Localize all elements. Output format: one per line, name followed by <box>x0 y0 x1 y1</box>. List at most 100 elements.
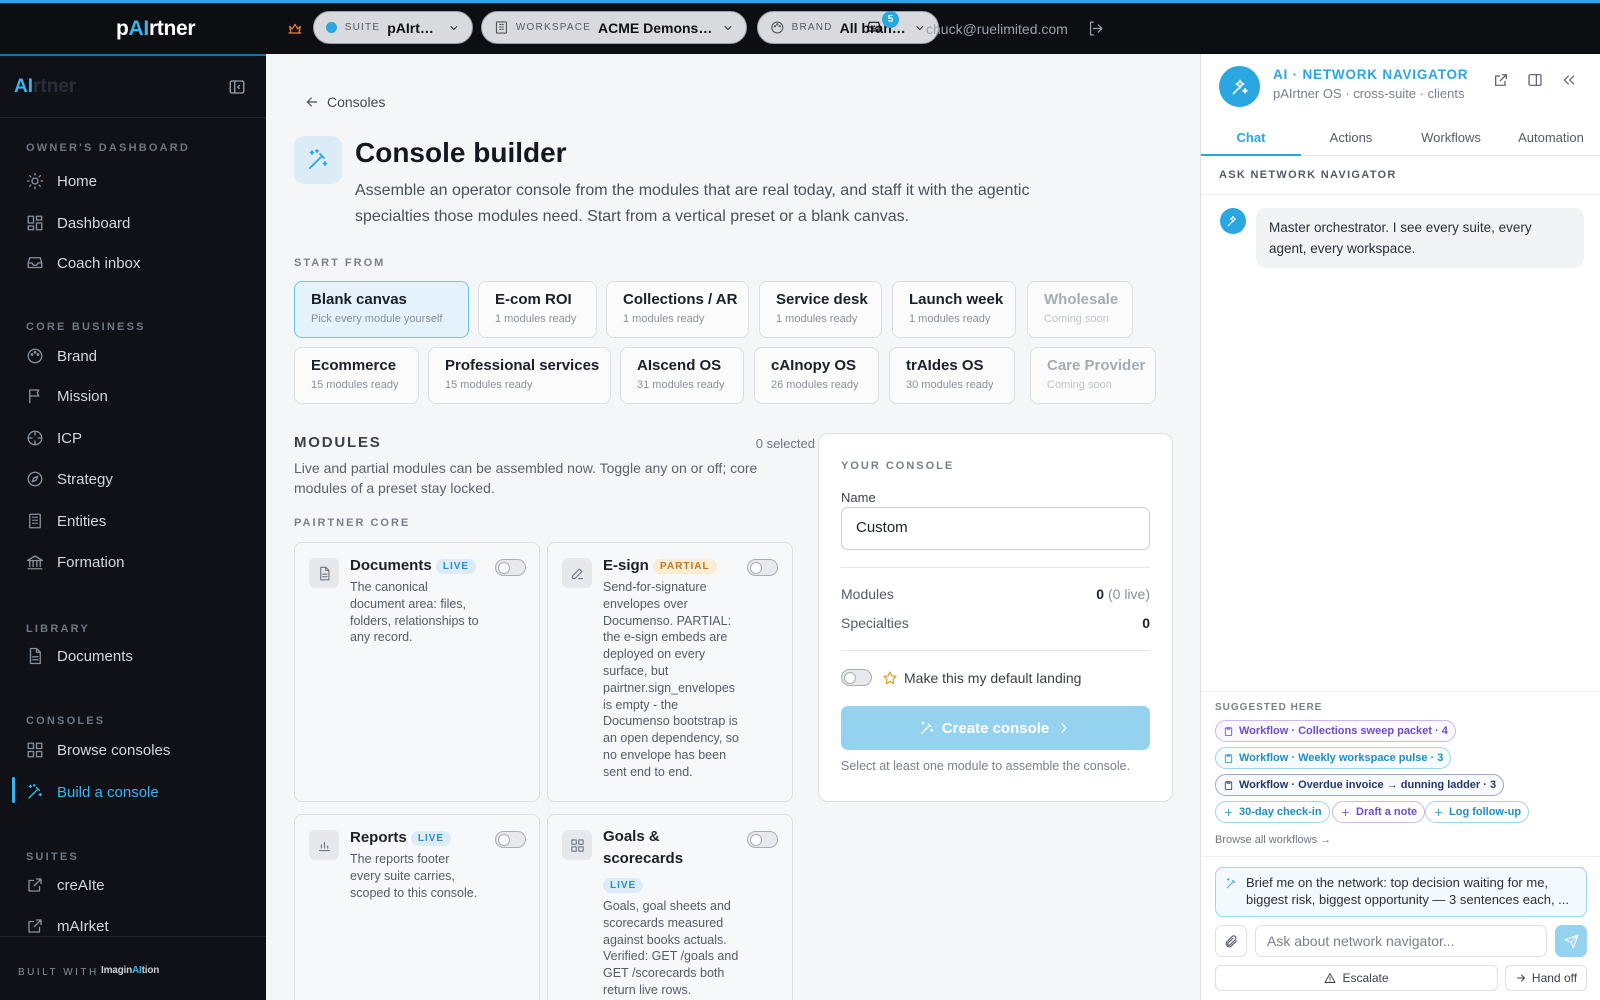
preset-sub: 1 modules ready <box>776 313 858 325</box>
sidebar-item-label: Brand <box>57 347 98 365</box>
preset-card-ecom-roi[interactable]: E-com ROI 1 modules ready <box>478 281 597 338</box>
preset-card-cainopy-os[interactable]: cAInopy OS 26 modules ready <box>754 347 879 404</box>
tab-automation[interactable]: Automation <box>1501 120 1600 155</box>
escalate-button[interactable]: Escalate <box>1215 965 1498 991</box>
send-button[interactable] <box>1555 925 1587 957</box>
chevron-down-icon <box>450 25 458 30</box>
document-icon <box>29 647 41 665</box>
preset-card-ecommerce[interactable]: Ecommerce 15 modules ready <box>294 347 419 404</box>
app-logo[interactable]: pAIrtner <box>116 17 196 41</box>
sidebar-item-coach-inbox[interactable]: Coach inbox <box>26 252 140 274</box>
user-email[interactable]: chuck@ruelimited.com <box>926 21 1068 37</box>
workflow-chip-label: Workflow · Overdue invoice → dunning lad… <box>1239 779 1497 791</box>
inbox-icon[interactable] <box>866 19 882 35</box>
module-toggle[interactable] <box>495 559 526 576</box>
sidebar-item-icp[interactable]: ICP <box>26 427 82 449</box>
tab-actions[interactable]: Actions <box>1301 120 1401 155</box>
collapse-panel-icon[interactable] <box>1561 72 1577 88</box>
preset-sub: 15 modules ready <box>311 379 399 391</box>
preset-name: Professional services <box>445 357 600 374</box>
module-toggle[interactable] <box>747 559 778 576</box>
sidebar-item-brand[interactable]: Brand <box>26 345 97 367</box>
sidebar-logo[interactable]: AIrtner <box>14 76 76 98</box>
create-console-button[interactable]: Create console <box>841 706 1150 750</box>
sidebar-item-home[interactable]: Home <box>26 170 97 192</box>
sidebar-item-build-console[interactable]: Build a console <box>26 781 159 803</box>
brand-selector[interactable]: BRAND All brands <box>757 11 939 44</box>
workflow-chip[interactable]: Workflow · Weekly workspace pulse · 3 <box>1215 747 1452 769</box>
preset-sub: 1 modules ready <box>623 313 705 325</box>
preset-card-traides-os[interactable]: trAIdes OS 30 modules ready <box>889 347 1015 404</box>
ask-input[interactable]: Ask about network navigator... <box>1255 925 1547 957</box>
external-link-icon <box>28 878 42 892</box>
preset-card-blank-canvas[interactable]: Blank canvas Pick every module yourself <box>294 281 469 338</box>
workflow-chip[interactable]: Workflow · Collections sweep packet · 4 <box>1215 720 1456 742</box>
suggested-prompt[interactable]: Brief me on the network: top decision wa… <box>1215 867 1587 917</box>
default-landing-row: Make this my default landing <box>841 669 1081 686</box>
sidebar-item-entities[interactable]: Entities <box>26 510 106 532</box>
default-landing-toggle[interactable] <box>841 669 872 686</box>
preset-sub: 30 modules ready <box>906 379 994 391</box>
pairtner-core-label: PAIRTNER CORE <box>294 517 411 529</box>
console-name-input[interactable]: Custom <box>841 507 1150 550</box>
sidebar-item-documents[interactable]: Documents <box>26 645 133 667</box>
preset-name: Ecommerce <box>311 357 397 374</box>
default-landing-label: Make this my default landing <box>904 669 1082 686</box>
preset-sub: Coming soon <box>1047 379 1112 391</box>
browse-workflows-link[interactable]: Browse all workflows → <box>1215 834 1331 846</box>
plus-icon <box>1341 808 1350 816</box>
tab-chat[interactable]: Chat <box>1201 120 1301 156</box>
workspace-selector[interactable]: WORKSPACE ACME Demonst... <box>481 11 747 44</box>
module-title: Goals & scorecards <box>603 828 684 867</box>
hand-off-button[interactable]: Hand off <box>1505 965 1587 991</box>
sparkle-avatar-icon <box>1220 208 1246 234</box>
specialties-row: Specialties 0 <box>841 615 1150 631</box>
preset-sub: Coming soon <box>1044 313 1109 325</box>
sidebar-item-create[interactable]: creAIte <box>26 874 105 896</box>
crown-icon[interactable] <box>287 21 303 37</box>
plus-icon <box>1224 808 1233 816</box>
sidebar: AIrtner OWNER'S DASHBOARD Home Dashboard… <box>0 54 266 1000</box>
your-console-panel: YOUR CONSOLE Name Custom Modules 0 (0 li… <box>818 433 1173 802</box>
plus-icon <box>1434 808 1443 816</box>
sidebar-item-mission[interactable]: Mission <box>26 385 108 407</box>
quick-action-chip[interactable]: Draft a note <box>1332 801 1426 823</box>
imagination-logo[interactable]: ImaginAItion <box>101 965 159 976</box>
preset-card-aiscend-os[interactable]: AIscend OS 31 modules ready <box>620 347 744 404</box>
workflow-chip[interactable]: Workflow · Overdue invoice → dunning lad… <box>1215 774 1505 796</box>
preset-card-care-provider: Care Provider Coming soon <box>1030 347 1156 404</box>
logout-icon[interactable] <box>1087 20 1104 37</box>
external-link-icon[interactable] <box>1493 72 1509 88</box>
preset-card-launch-week[interactable]: Launch week 1 modules ready <box>892 281 1016 338</box>
section-library: LIBRARY <box>26 623 90 635</box>
preset-card-professional-services[interactable]: Professional services 15 modules ready <box>428 347 611 404</box>
quick-action-chip[interactable]: Log follow-up <box>1425 801 1530 823</box>
preset-name: Blank canvas <box>311 291 407 308</box>
preset-name: AIscend OS <box>637 357 722 374</box>
sidebar-item-formation[interactable]: Formation <box>26 551 125 573</box>
crosshair-icon <box>27 430 43 446</box>
modules-label: Modules <box>841 586 894 602</box>
sidebar-item-dashboard[interactable]: Dashboard <box>26 212 130 234</box>
modules-description: Live and partial modules can be assemble… <box>294 460 758 496</box>
back-link[interactable]: Consoles <box>304 94 385 110</box>
module-description: The reports footer every suite carries, … <box>350 852 478 900</box>
module-toggle[interactable] <box>747 831 778 848</box>
specialties-value: 0 <box>1142 615 1150 631</box>
back-label: Consoles <box>327 94 386 110</box>
sidebar-item-browse-consoles[interactable]: Browse consoles <box>26 739 170 761</box>
module-toggle[interactable] <box>495 831 526 848</box>
preset-card-collections[interactable]: Collections / AR 1 modules ready <box>606 281 749 338</box>
quick-action-chip[interactable]: 30-day check-in <box>1215 801 1330 823</box>
sidebar-item-strategy[interactable]: Strategy <box>26 468 113 490</box>
dock-panel-icon[interactable] <box>1527 72 1543 88</box>
modules-row: Modules 0 (0 live) <box>841 586 1150 602</box>
sidebar-item-market[interactable]: mAIrket <box>26 915 109 937</box>
preset-card-service-desk[interactable]: Service desk 1 modules ready <box>759 281 882 338</box>
suite-selector[interactable]: SUITE pAIrtner <box>313 11 473 44</box>
attach-icon[interactable] <box>1215 925 1247 957</box>
module-card-reports: Reports LIVE The reports footer every su… <box>294 814 540 1000</box>
sidebar-collapse-icon[interactable] <box>228 78 246 96</box>
tab-workflows[interactable]: Workflows <box>1401 120 1501 155</box>
page-title: Console builder <box>355 137 567 168</box>
